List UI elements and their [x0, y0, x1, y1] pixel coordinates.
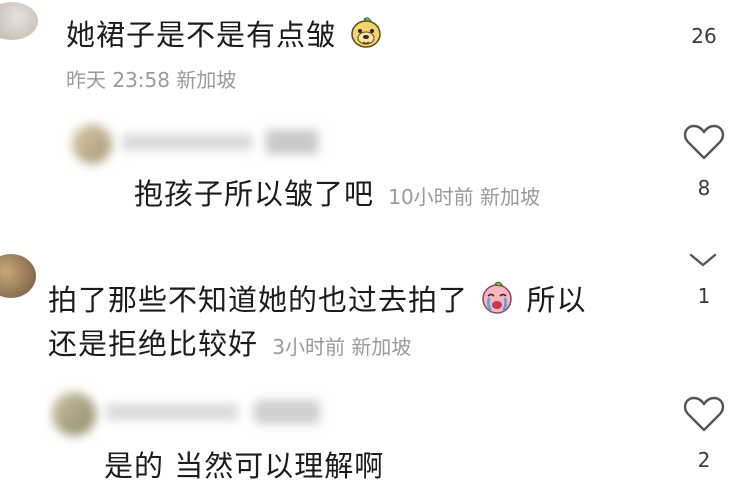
avatar[interactable] [0, 2, 38, 40]
like-count: 2 [697, 448, 711, 472]
comment-text: 拍了那些不知道她的也过去拍了 所以 [48, 278, 586, 326]
like-count: 8 [697, 176, 711, 200]
comment-text: 是的 当然可以理解啊 [104, 449, 385, 483]
crying-emoji-icon [478, 278, 516, 326]
heart-icon[interactable] [683, 396, 725, 434]
comment-text: 她裙子是不是有点皱 [66, 14, 384, 60]
chevron-down-icon[interactable] [688, 252, 718, 268]
like-count: 1 [697, 284, 711, 308]
avatar[interactable] [72, 124, 112, 164]
username-suffix [254, 400, 320, 424]
comment-meta: 10小时前 新加坡 [388, 185, 541, 209]
comment-text: 抱孩子所以皱了吧 10小时前 新加坡 [134, 177, 541, 211]
username[interactable] [106, 404, 238, 420]
like-count: 26 [691, 24, 717, 48]
heart-icon[interactable] [683, 124, 725, 162]
comment-text-line2: 还是拒绝比较好 3小时前 新加坡 [48, 327, 412, 361]
comment-meta: 3小时前 新加坡 [272, 335, 412, 359]
comment-meta: 昨天 23:58 新加坡 [66, 68, 237, 92]
avatar[interactable] [0, 254, 36, 298]
username-suffix [266, 130, 318, 154]
bear-emoji-icon [348, 14, 384, 60]
avatar[interactable] [52, 392, 96, 436]
username[interactable] [122, 134, 252, 150]
